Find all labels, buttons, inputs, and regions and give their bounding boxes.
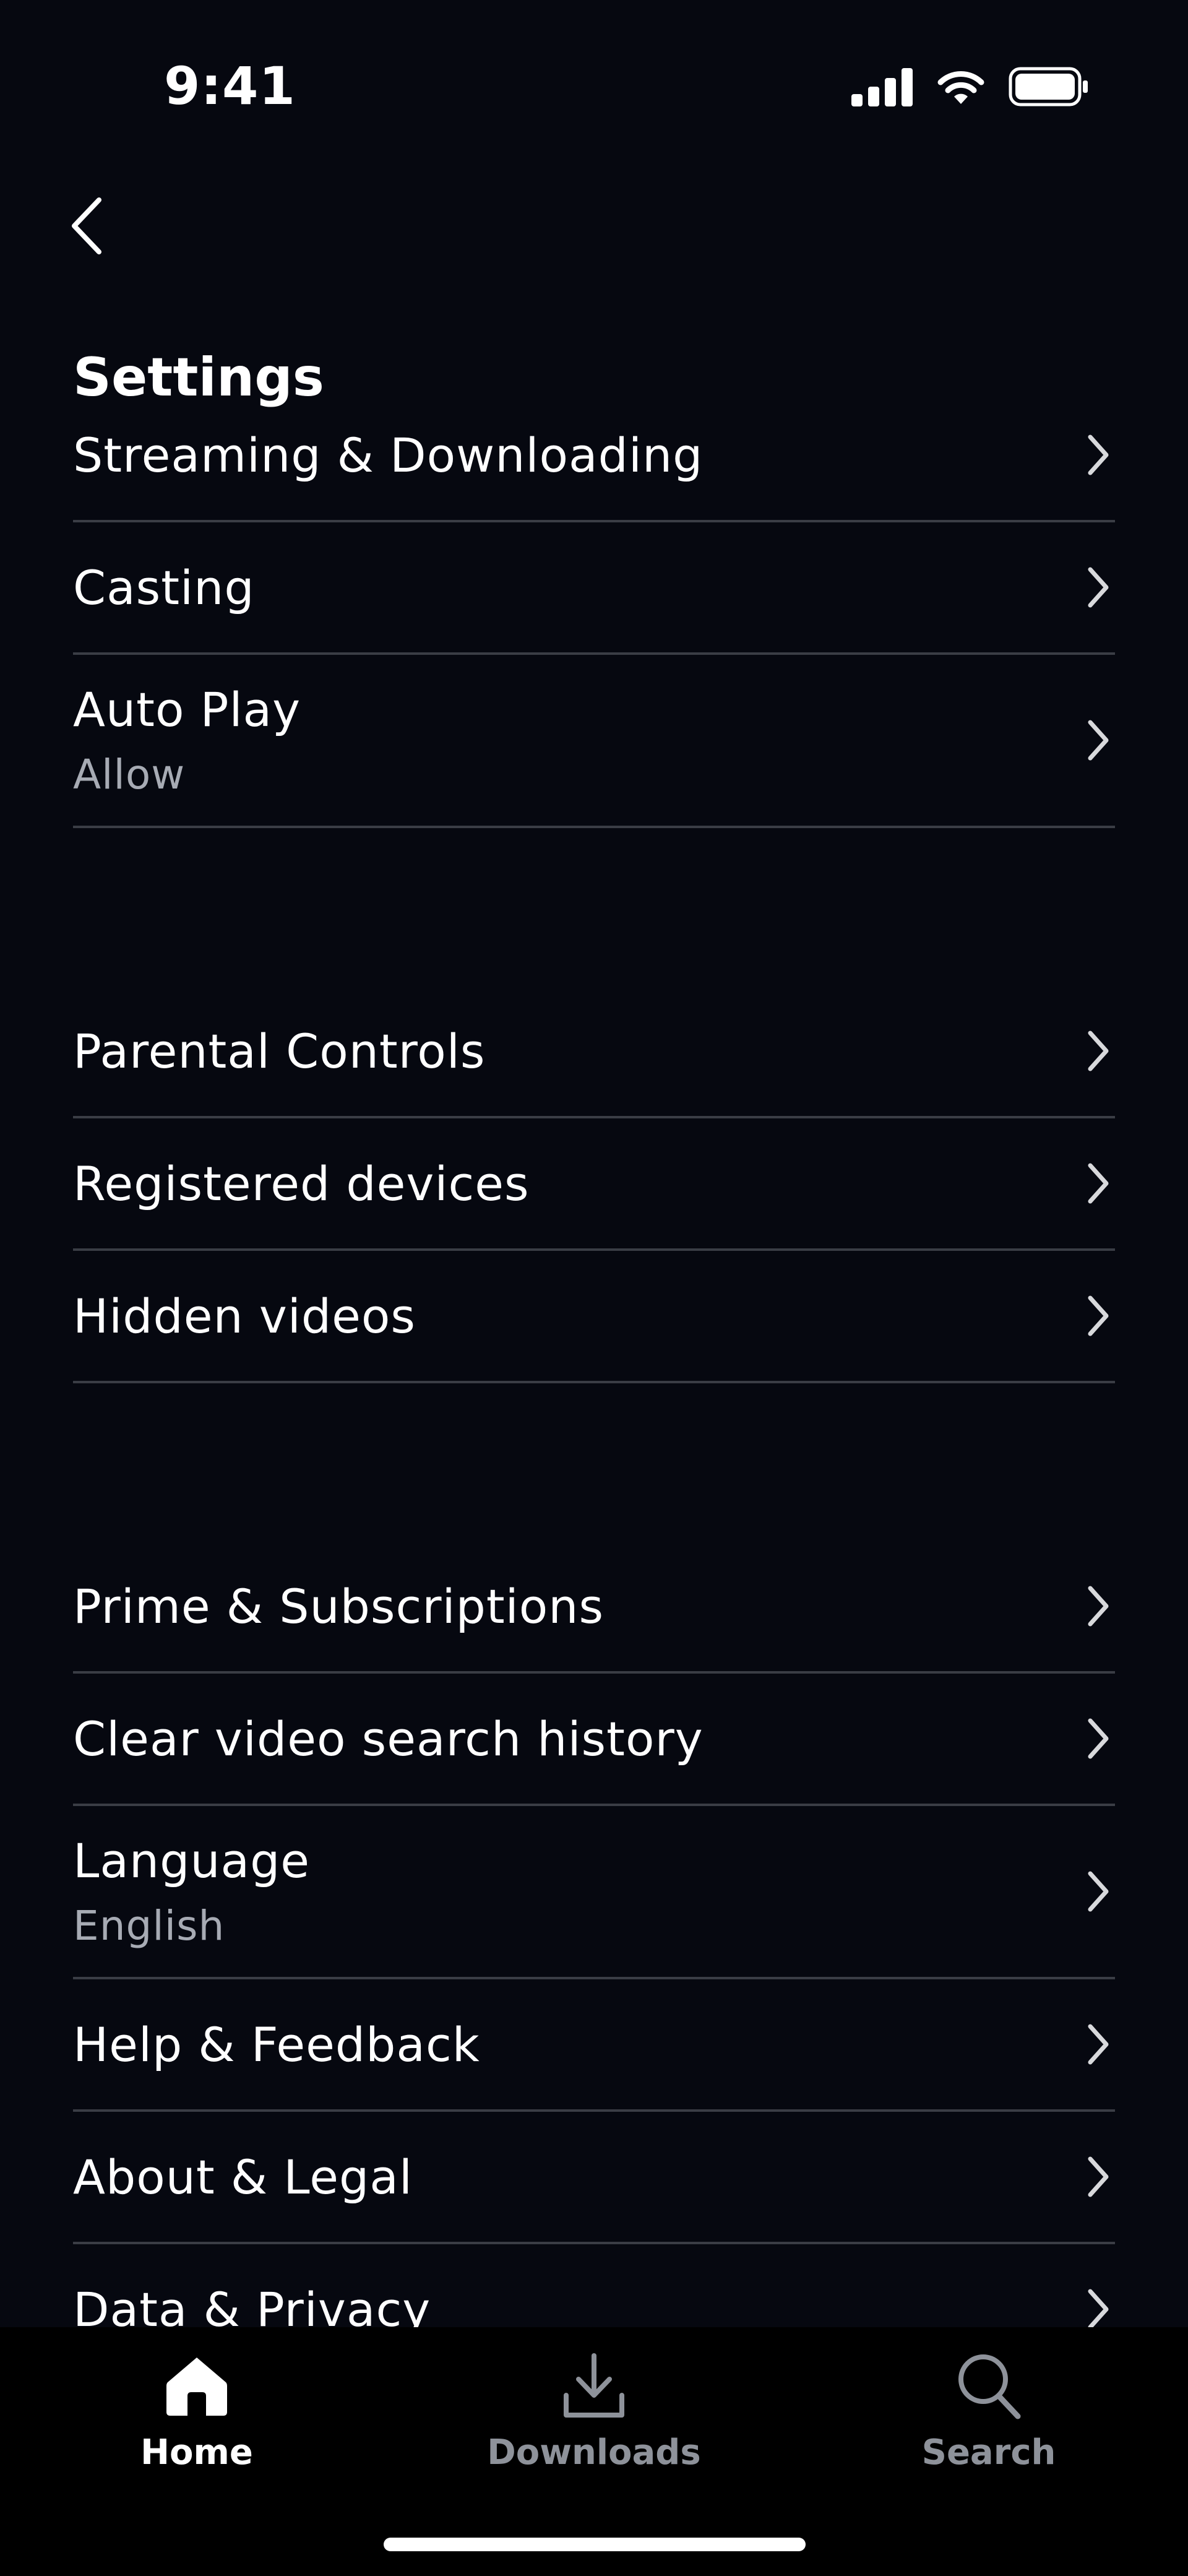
cellular-signal-icon bbox=[851, 68, 913, 106]
settings-item-label: Help & Feedback bbox=[73, 2016, 480, 2072]
chevron-right-icon bbox=[1088, 1163, 1109, 1204]
tab-home[interactable]: Home bbox=[73, 2346, 321, 2473]
settings-group-playback: Streaming & Downloading Casting Auto Pla… bbox=[73, 390, 1115, 828]
wifi-icon bbox=[937, 71, 984, 104]
chevron-right-icon bbox=[1088, 2156, 1109, 2197]
settings-item-about-legal[interactable]: About & Legal bbox=[73, 2112, 1115, 2244]
status-time: 9:41 bbox=[164, 56, 296, 116]
chevron-right-icon bbox=[1088, 1586, 1109, 1627]
tab-downloads[interactable]: Downloads bbox=[470, 2346, 718, 2473]
settings-item-data-privacy[interactable]: Data & Privacy bbox=[73, 2244, 1115, 2327]
home-icon bbox=[166, 2358, 227, 2416]
chevron-right-icon bbox=[1088, 567, 1109, 608]
chevron-right-icon bbox=[1088, 1295, 1109, 1336]
settings-item-label: Streaming & Downloading bbox=[73, 427, 704, 483]
status-icons bbox=[851, 67, 1089, 106]
chevron-right-icon bbox=[1088, 2024, 1109, 2065]
tab-label: Home bbox=[140, 2432, 253, 2473]
download-icon bbox=[564, 2353, 624, 2418]
settings-item-label: Prime & Subscriptions bbox=[73, 1578, 605, 1634]
search-icon bbox=[958, 2354, 1021, 2419]
settings-item-language[interactable]: Language English bbox=[73, 1806, 1115, 1979]
settings-item-clear-search-history[interactable]: Clear video search history bbox=[73, 1674, 1115, 1806]
chevron-right-icon bbox=[1088, 1718, 1109, 1759]
tab-label: Downloads bbox=[487, 2432, 701, 2473]
settings-item-label: Clear video search history bbox=[73, 1711, 704, 1766]
settings-item-label: Data & Privacy bbox=[73, 2281, 431, 2328]
status-bar: 9:41 bbox=[0, 0, 1188, 155]
settings-group-account: Prime & Subscriptions Clear video search… bbox=[73, 1541, 1115, 2327]
chevron-right-icon bbox=[1088, 2289, 1109, 2327]
settings-item-auto-play[interactable]: Auto Play Allow bbox=[73, 655, 1115, 828]
settings-item-label: Auto Play bbox=[73, 682, 301, 737]
settings-item-label: About & Legal bbox=[73, 2149, 413, 2205]
back-button[interactable] bbox=[62, 192, 111, 260]
settings-item-value: Allow bbox=[73, 751, 186, 798]
settings-list: Streaming & Downloading Casting Auto Pla… bbox=[73, 390, 1115, 2327]
settings-item-streaming-downloading[interactable]: Streaming & Downloading bbox=[73, 390, 1115, 522]
chevron-right-icon bbox=[1088, 720, 1109, 761]
chevron-right-icon bbox=[1088, 434, 1109, 475]
tab-label: Search bbox=[921, 2432, 1056, 2473]
chevron-right-icon bbox=[1088, 1031, 1109, 1071]
settings-item-label: Hidden videos bbox=[73, 1288, 416, 1344]
settings-item-label: Casting bbox=[73, 560, 255, 615]
tab-search[interactable]: Search bbox=[865, 2346, 1113, 2473]
settings-item-hidden-videos[interactable]: Hidden videos bbox=[73, 1251, 1115, 1383]
settings-item-casting[interactable]: Casting bbox=[73, 522, 1115, 655]
settings-item-registered-devices[interactable]: Registered devices bbox=[73, 1118, 1115, 1251]
settings-item-label: Language bbox=[73, 1833, 311, 1888]
home-indicator bbox=[384, 2538, 806, 2551]
chevron-left-icon bbox=[72, 197, 101, 254]
settings-group-controls: Parental Controls Registered devices Hid… bbox=[73, 986, 1115, 1383]
settings-item-value: English bbox=[73, 1902, 225, 1950]
battery-icon bbox=[1009, 67, 1088, 106]
chevron-right-icon bbox=[1088, 1871, 1109, 1912]
settings-item-parental-controls[interactable]: Parental Controls bbox=[73, 986, 1115, 1118]
settings-item-label: Parental Controls bbox=[73, 1023, 486, 1079]
settings-item-help-feedback[interactable]: Help & Feedback bbox=[73, 1979, 1115, 2112]
settings-item-label: Registered devices bbox=[73, 1156, 530, 1211]
settings-item-prime-subscriptions[interactable]: Prime & Subscriptions bbox=[73, 1541, 1115, 1674]
